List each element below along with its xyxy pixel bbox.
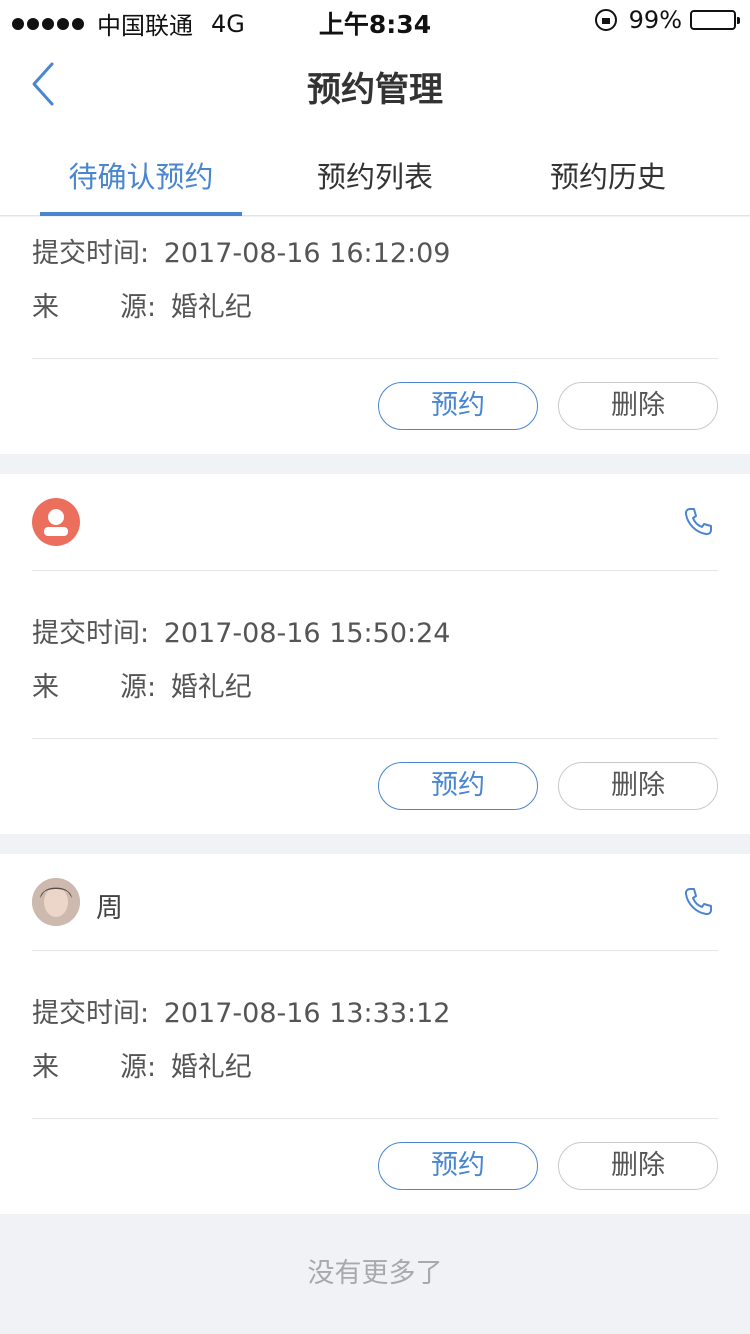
tab-pending[interactable]: 待确认预约 (40, 154, 242, 196)
appointment-card: 提交时间: 2017-08-16 16:12:09 来 源: 婚礼纪 预约 删除 (0, 217, 750, 454)
source-label-1: 来 (32, 1052, 59, 1083)
page-title: 预约管理 (307, 70, 443, 110)
divider (32, 1118, 718, 1119)
source-row: 来 源: 婚礼纪 (32, 665, 252, 704)
orientation-lock-icon (594, 9, 617, 31)
delete-button[interactable]: 删除 (558, 382, 718, 430)
submit-time-label: 提交时间: (32, 998, 150, 1029)
source-label-2: 源: (120, 1052, 157, 1083)
tab-list[interactable]: 预约列表 (300, 154, 450, 196)
avatar (32, 878, 80, 926)
tab-bar: 待确认预约 预约列表 预约历史 (0, 128, 750, 216)
source-value: 婚礼纪 (170, 672, 252, 703)
phone-icon[interactable] (682, 886, 714, 918)
tab-history[interactable]: 预约历史 (533, 154, 683, 196)
avatar (32, 498, 80, 546)
submit-time-value: 2017-08-16 16:12:09 (163, 238, 451, 269)
no-more-label: 没有更多了 (307, 1258, 443, 1289)
book-button[interactable]: 预约 (378, 762, 538, 810)
status-right: 99% (594, 6, 740, 34)
phone-icon[interactable] (682, 506, 714, 538)
tab-underline (40, 212, 242, 216)
source-value: 婚礼纪 (170, 292, 252, 323)
delete-button[interactable]: 删除 (558, 1142, 718, 1190)
divider (32, 358, 718, 359)
book-button[interactable]: 预约 (378, 1142, 538, 1190)
battery-icon (690, 10, 740, 30)
appointment-card: 周 提交时间: 2017-08-16 13:33:12 来 源: 婚礼纪 预约 删… (0, 854, 750, 1214)
submit-time-row: 提交时间: 2017-08-16 13:33:12 (32, 991, 450, 1030)
divider (32, 738, 718, 739)
user-icon (44, 509, 68, 536)
book-button[interactable]: 预约 (378, 382, 538, 430)
delete-button[interactable]: 删除 (558, 762, 718, 810)
submit-time-label: 提交时间: (32, 238, 150, 269)
divider (32, 570, 718, 571)
status-bar: 中国联通 4G 上午8:34 99% (0, 0, 750, 40)
source-label-2: 源: (120, 672, 157, 703)
battery-percent: 99% (628, 6, 682, 34)
source-label-2: 源: (120, 292, 157, 323)
nav-bar: 预约管理 (0, 40, 750, 128)
source-row: 来 源: 婚礼纪 (32, 1045, 252, 1084)
source-label-1: 来 (32, 672, 59, 703)
user-photo-icon (32, 878, 80, 926)
appointment-card: 提交时间: 2017-08-16 15:50:24 来 源: 婚礼纪 预约 删除 (0, 474, 750, 834)
submit-time-label: 提交时间: (32, 618, 150, 649)
source-label-1: 来 (32, 292, 59, 323)
source-row: 来 源: 婚礼纪 (32, 285, 252, 324)
submit-time-row: 提交时间: 2017-08-16 16:12:09 (32, 231, 450, 270)
submit-time-row: 提交时间: 2017-08-16 15:50:24 (32, 611, 450, 650)
submit-time-value: 2017-08-16 15:50:24 (163, 618, 451, 649)
user-name: 周 (96, 893, 123, 924)
submit-time-value: 2017-08-16 13:33:12 (163, 998, 451, 1029)
divider (32, 950, 718, 951)
source-value: 婚礼纪 (170, 1052, 252, 1083)
